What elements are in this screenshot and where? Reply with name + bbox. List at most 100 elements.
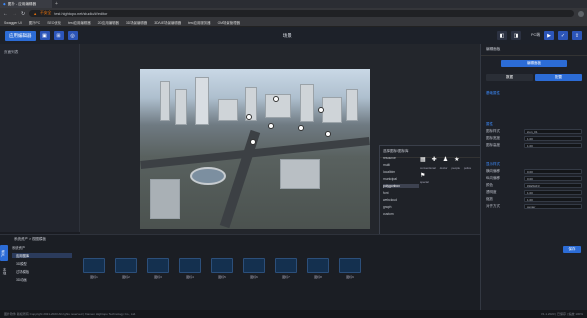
address-bar: ← → ↻ ▲ 不安全 test.hightopo.net/studio/#/e…	[0, 8, 587, 19]
bookmark-item[interactable]: test应用编辑器	[68, 20, 90, 25]
edit-panel: 编辑面板 编辑面板 数据 配置 基础属性 属性 图标样式 icon_01 图标宽度…	[480, 44, 587, 318]
asset-thumbnail[interactable]	[147, 258, 169, 273]
asset-thumbnail[interactable]	[83, 258, 105, 273]
icon-category[interactable]: localbim	[383, 170, 419, 174]
city-scene-image[interactable]	[140, 69, 370, 229]
prop-label: 纵向偏移	[486, 176, 500, 180]
icon-category[interactable]: multi	[383, 163, 419, 167]
panel-header-button[interactable]: 编辑面板	[501, 60, 567, 67]
tab-local[interactable]: 本地	[0, 263, 8, 279]
thumb-label: 图标4	[186, 275, 194, 279]
toolbar-button[interactable]: ⊞	[53, 31, 64, 40]
icon-style-input[interactable]: icon_01	[524, 129, 582, 134]
tree-item[interactable]: 3D动画	[12, 277, 72, 282]
tab-data[interactable]: 数据	[486, 74, 533, 81]
asset-thumbnail[interactable]	[307, 258, 329, 273]
map-pin-icon[interactable]	[246, 114, 252, 120]
bookmark-item[interactable]: Swagger UI	[4, 21, 22, 25]
toolbar-button[interactable]: ▣	[39, 31, 50, 40]
icon-tab[interactable]: conventional	[420, 166, 436, 170]
opacity-input[interactable]: 1.00	[524, 190, 582, 195]
browser-tab[interactable]: ◆ 图扑 - 应用编辑器	[0, 0, 52, 8]
icon-tab[interactable]: police	[464, 166, 471, 170]
asset-thumbnail[interactable]	[275, 258, 297, 273]
color-input[interactable]: #1E5AF3	[524, 183, 582, 188]
offset-x-input[interactable]: 0.00	[524, 169, 582, 174]
asset-thumbnail[interactable]	[115, 258, 137, 273]
preview-button[interactable]: ▶	[544, 31, 555, 40]
device-select[interactable]: PC端	[531, 33, 540, 38]
forward-icon[interactable]: →	[12, 11, 17, 17]
toolbar-button[interactable]: ◨	[510, 31, 521, 40]
new-tab-icon[interactable]: +	[55, 1, 58, 7]
back-icon[interactable]: ←	[3, 11, 8, 17]
icon-category[interactable]: custom	[383, 212, 419, 216]
asset-thumbnail[interactable]	[179, 258, 201, 273]
tree-item[interactable]: 3D模型	[12, 261, 72, 266]
tab-config[interactable]: 配置	[535, 74, 582, 81]
reload-icon[interactable]: ↻	[21, 11, 25, 17]
prop-label: 颜色	[486, 183, 493, 187]
thumb-label: 图标6	[250, 275, 258, 279]
save-button[interactable]: ✓	[558, 31, 569, 40]
icon-category[interactable]: font	[383, 191, 419, 195]
section-header: 基础属性	[486, 91, 500, 95]
thumb-label: 图标3	[154, 275, 162, 279]
tab-assets[interactable]: 资产	[0, 245, 8, 261]
icon-width-input[interactable]: 1.00	[524, 136, 582, 141]
star-icon[interactable]: ★	[454, 156, 459, 163]
save-settings-button[interactable]: 保存	[563, 246, 581, 253]
url-field[interactable]: ▲ 不安全 test.hightopo.net/studio/#/editor	[29, 10, 574, 17]
icon-category[interactable]: graph	[383, 205, 419, 209]
asset-thumbnail[interactable]	[339, 258, 361, 273]
map-pin-icon[interactable]	[250, 139, 256, 145]
field-label: 图标样式	[486, 129, 500, 133]
icon-tab[interactable]: doctor	[440, 166, 448, 170]
map-pin-icon[interactable]	[325, 131, 331, 137]
icon-height-input[interactable]: 1.00	[524, 143, 582, 148]
map-pin-icon[interactable]	[268, 123, 274, 129]
tree-item[interactable]: 系统资产	[12, 245, 72, 250]
bookmarks-bar: Swagger UI 图扑PC SEO优化 test应用编辑器 2D应用编辑器 …	[0, 19, 587, 27]
tab-favicon-icon: ◆	[3, 2, 6, 6]
offset-y-input[interactable]: 0.00	[524, 176, 582, 181]
icon-category[interactable]: webcloud	[383, 198, 419, 202]
browser-tab-bar: ◆ 图扑 - 应用编辑器 +	[0, 0, 587, 8]
special-icon[interactable]: ⚑	[420, 172, 425, 179]
thumb-label: 图标5	[218, 275, 226, 279]
bookmark-item[interactable]: test应用服务器	[188, 20, 210, 25]
tree-item[interactable]: 应用图库	[12, 253, 72, 258]
icon-tab[interactable]: people	[452, 166, 460, 170]
bookmark-item[interactable]: 图扑PC	[29, 20, 41, 25]
section-header: 属性	[486, 122, 493, 126]
icon-category[interactable]: resource	[383, 156, 419, 160]
icon-tab[interactable]: special	[420, 180, 429, 184]
tab-title: 图扑 - 应用编辑器	[7, 1, 37, 6]
profile-icon[interactable]	[578, 10, 584, 17]
bookmark-item[interactable]: OM场景管理器	[218, 20, 240, 25]
tree-item[interactable]: 过场模板	[12, 269, 72, 274]
prop-label: 对齐方式	[486, 204, 500, 208]
map-pin-icon[interactable]	[273, 96, 279, 102]
bookmark-item[interactable]: 3D场景编辑器	[126, 20, 147, 25]
bookmark-item[interactable]: 3D/UE场景编辑器	[154, 20, 181, 25]
asset-thumbnail[interactable]	[211, 258, 233, 273]
toolbar-button[interactable]: ◎	[67, 31, 78, 40]
map-pin-icon[interactable]	[298, 125, 304, 131]
grid-icon[interactable]: ▦	[420, 156, 426, 163]
icon-category[interactable]: municipal	[383, 177, 419, 181]
publish-button[interactable]: ⇪	[572, 31, 583, 40]
person-icon[interactable]: ♟	[443, 156, 448, 163]
icon-category[interactable]: polygonbox	[383, 184, 419, 188]
plus-icon[interactable]: ✚	[432, 156, 437, 163]
toolbar-button[interactable]: ◧	[496, 31, 507, 40]
field-label: 图标宽度	[486, 136, 500, 140]
bookmark-item[interactable]: SEO优化	[47, 20, 61, 25]
scale-input[interactable]: 1.00	[524, 197, 582, 202]
asset-thumbnail[interactable]	[243, 258, 265, 273]
panel-title: 编辑面板	[481, 44, 587, 56]
section-header: 显示样式	[486, 162, 500, 166]
bookmark-item[interactable]: 2D应用编辑器	[98, 20, 119, 25]
map-pin-icon[interactable]	[318, 107, 324, 113]
align-select[interactable]: center	[524, 204, 582, 209]
